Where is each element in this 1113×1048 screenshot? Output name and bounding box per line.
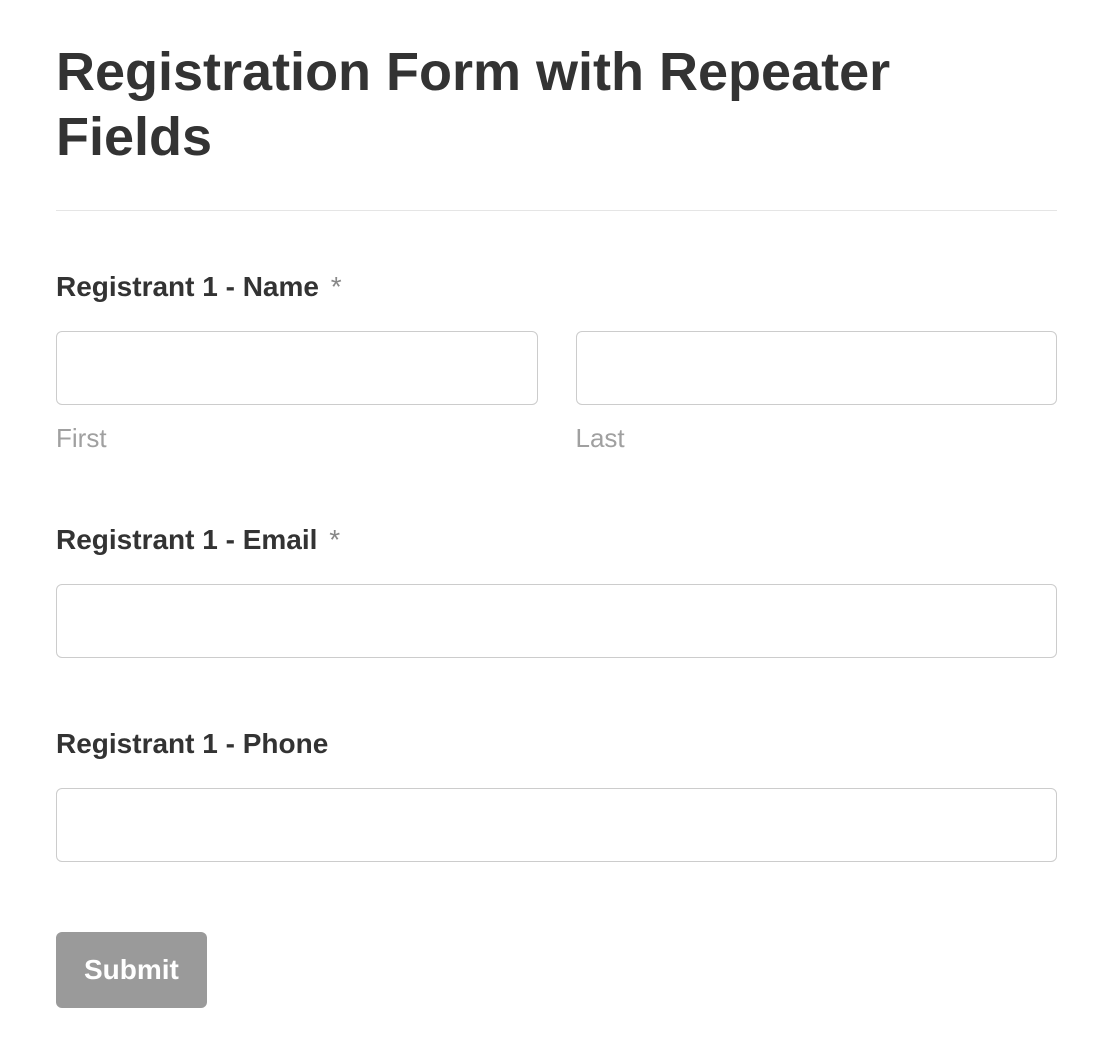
first-name-input[interactable] xyxy=(56,331,538,405)
email-input[interactable] xyxy=(56,584,1057,658)
email-label-text: Registrant 1 - Email xyxy=(56,524,317,555)
first-name-column: First xyxy=(56,331,538,454)
submit-button[interactable]: Submit xyxy=(56,932,207,1008)
name-label: Registrant 1 - Name * xyxy=(56,271,1057,303)
email-label: Registrant 1 - Email * xyxy=(56,524,1057,556)
name-field-group: Registrant 1 - Name * First Last xyxy=(56,271,1057,454)
email-field-group: Registrant 1 - Email * xyxy=(56,524,1057,658)
required-asterisk: * xyxy=(329,524,340,555)
last-name-column: Last xyxy=(576,331,1058,454)
phone-field-group: Registrant 1 - Phone xyxy=(56,728,1057,862)
divider xyxy=(56,210,1057,211)
last-name-sublabel: Last xyxy=(576,423,1058,454)
required-asterisk: * xyxy=(331,271,342,302)
phone-input[interactable] xyxy=(56,788,1057,862)
name-label-text: Registrant 1 - Name xyxy=(56,271,319,302)
form-container: Registration Form with Repeater Fields R… xyxy=(0,0,1113,1048)
last-name-input[interactable] xyxy=(576,331,1058,405)
phone-label-text: Registrant 1 - Phone xyxy=(56,728,328,759)
name-row: First Last xyxy=(56,331,1057,454)
first-name-sublabel: First xyxy=(56,423,538,454)
phone-label: Registrant 1 - Phone xyxy=(56,728,1057,760)
page-title: Registration Form with Repeater Fields xyxy=(56,40,1057,170)
